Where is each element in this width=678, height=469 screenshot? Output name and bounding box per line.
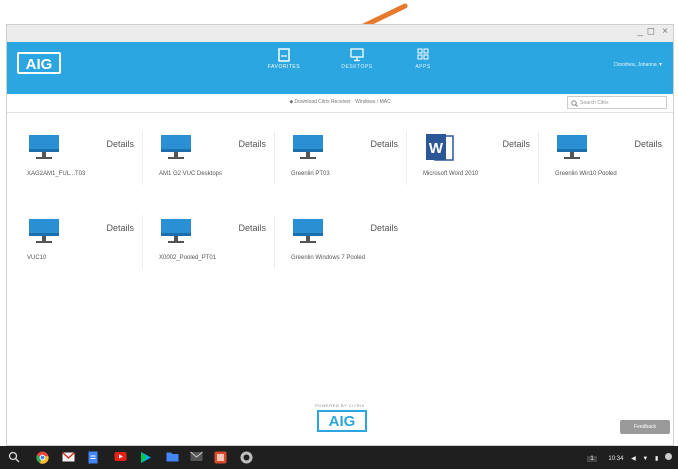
details-link[interactable]: Details xyxy=(370,139,398,149)
powered-by-caption: POWERED BY CITRIX xyxy=(315,403,365,408)
tile-name: Greenlin Windows 7 Pooled xyxy=(291,255,366,261)
tile-name: VUC10 xyxy=(27,255,47,261)
clock: 10:34 xyxy=(608,456,624,462)
tile-name: X0002_Pooled_PT01 xyxy=(159,255,217,261)
feedback-button[interactable]: Feedback xyxy=(620,420,670,434)
word-icon: W xyxy=(426,134,454,161)
tile-name: AM1 G2 VUC Desktops xyxy=(159,171,223,177)
app-header: AIG FAVORITES DESKTOPS APPS Dorothea, Jo… xyxy=(7,42,673,94)
user-menu[interactable]: Dorothea, Johanna ▼ xyxy=(614,62,663,68)
battery-icon: ▮ xyxy=(655,456,659,462)
wifi-icon: ▼ xyxy=(642,456,649,462)
divider xyxy=(142,131,143,185)
app-tile[interactable]: Details AM1 G2 VUC Desktops xyxy=(147,125,275,187)
docs-icon[interactable] xyxy=(88,451,98,464)
details-link[interactable]: Details xyxy=(238,139,266,149)
search-icon xyxy=(571,100,578,107)
details-link[interactable]: Details xyxy=(106,223,134,233)
minimize-button[interactable]: _ xyxy=(637,26,643,37)
tab-apps[interactable]: APPS xyxy=(393,48,453,70)
launcher-search-icon[interactable] xyxy=(8,451,20,463)
taskbar: 1 10:34 ◀ ▼ ▮ xyxy=(0,446,678,469)
tile-name: Microsoft Word 2010 xyxy=(423,171,479,177)
app-tile[interactable]: Details Greenlin PT03 xyxy=(279,125,407,187)
app-icon-circle[interactable] xyxy=(240,451,253,464)
app-tile[interactable]: Details XAG2AM1_FUL...T03 xyxy=(15,125,143,187)
gmail-icon[interactable] xyxy=(62,451,75,463)
details-link[interactable]: Details xyxy=(238,223,266,233)
details-link[interactable]: Details xyxy=(106,139,134,149)
app-tile[interactable]: Details Greenlin Windows 7 Pooled xyxy=(279,209,404,271)
app-tile[interactable]: Details Greenlin Win10 Pooled xyxy=(543,125,668,187)
search-input[interactable]: Search Citrix xyxy=(567,96,667,109)
divider xyxy=(406,131,407,185)
app-icon-red[interactable] xyxy=(214,451,227,464)
tab-label: DESKTOPS xyxy=(341,64,373,70)
title-bar: _ ◻ × xyxy=(7,25,673,42)
footer-aig-logo: AIG xyxy=(317,410,367,432)
system-tray[interactable]: 1 10:34 ◀ ▼ ▮ xyxy=(587,453,672,462)
mail-icon[interactable] xyxy=(190,451,203,462)
monitor-icon xyxy=(293,135,323,159)
avatar xyxy=(665,453,672,460)
youtube-icon[interactable] xyxy=(114,451,127,462)
feedback-label: Feedback xyxy=(634,424,656,430)
divider xyxy=(538,131,539,185)
monitor-icon xyxy=(161,219,191,243)
sub-header: ◆ Download Citrix Receiver · Windows / M… xyxy=(7,94,673,113)
aig-logo[interactable]: AIG xyxy=(17,52,61,74)
monitor-icon xyxy=(293,219,323,243)
details-link[interactable]: Details xyxy=(370,223,398,233)
app-tile[interactable]: Details VUC10 xyxy=(15,209,143,271)
divider xyxy=(142,215,143,269)
app-tile[interactable]: Details X0002_Pooled_PT01 xyxy=(147,209,275,271)
details-link[interactable]: Details xyxy=(502,139,530,149)
svg-text:W: W xyxy=(429,140,444,157)
monitor-icon xyxy=(29,135,59,159)
tile-name: Greenlin PT03 xyxy=(291,171,330,177)
files-icon[interactable] xyxy=(166,451,179,462)
tab-desktops[interactable]: DESKTOPS xyxy=(327,48,387,70)
maximize-button[interactable]: ◻ xyxy=(647,26,655,37)
chrome-icon[interactable] xyxy=(36,451,49,464)
app-tile[interactable]: W Details Microsoft Word 2010 xyxy=(411,125,539,187)
apps-grid-icon xyxy=(417,48,429,60)
monitor-icon xyxy=(557,135,587,159)
tab-label: FAVORITES xyxy=(267,64,301,70)
close-button[interactable]: × xyxy=(662,26,668,37)
play-store-icon[interactable] xyxy=(140,451,152,464)
divider xyxy=(274,215,275,269)
notification-count[interactable]: 1 xyxy=(587,456,597,462)
tab-label: APPS xyxy=(415,64,431,70)
tile-name: Greenlin Win10 Pooled xyxy=(555,171,617,177)
monitor-icon xyxy=(29,219,59,243)
divider xyxy=(274,131,275,185)
tile-name: XAG2AM1_FUL...T03 xyxy=(27,171,86,177)
volume-icon: ◀ xyxy=(631,456,636,462)
details-link[interactable]: Details xyxy=(634,139,662,149)
desktop-icon xyxy=(350,48,364,62)
browser-window: _ ◻ × AIG FAVORITES DESKTOPS APPS Doroth… xyxy=(6,24,674,446)
tab-favorites[interactable]: FAVORITES xyxy=(254,48,314,70)
bookmark-icon xyxy=(278,48,290,62)
search-placeholder: Search Citrix xyxy=(580,100,609,106)
monitor-icon xyxy=(161,135,191,159)
